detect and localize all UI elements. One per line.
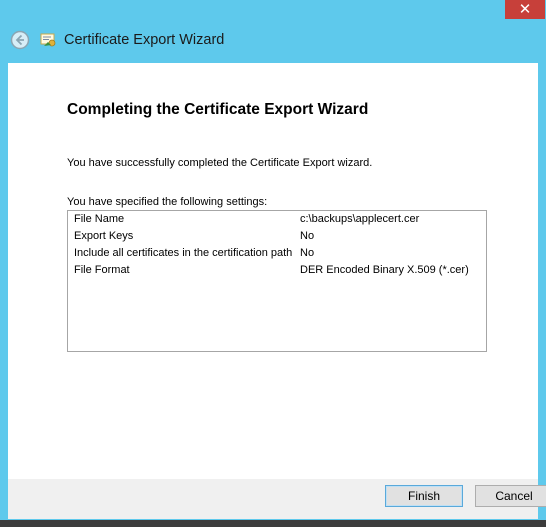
window-title: Certificate Export Wizard [64, 32, 225, 48]
setting-value: No [300, 230, 315, 242]
setting-value: DER Encoded Binary X.509 (*.cer) [300, 264, 469, 276]
setting-name: Export Keys [74, 230, 134, 242]
settings-row-file-name: File Name c:\backups\applecert.cer [68, 211, 486, 227]
window-frame: ✕ Certificate Export Wizard Completing t… [0, 0, 546, 527]
settings-row-include-chain: Include all certificates in the certific… [68, 245, 486, 261]
cancel-button[interactable]: Cancel [475, 485, 546, 507]
setting-value: c:\backups\applecert.cer [300, 213, 420, 225]
wizard-content: Completing the Certificate Export Wizard… [8, 63, 538, 479]
setting-name: File Format [74, 264, 130, 276]
setting-name: File Name [74, 213, 125, 225]
close-button[interactable]: ✕ [505, 0, 545, 19]
page-title: Completing the Certificate Export Wizard [67, 101, 369, 118]
wizard-footer: Finish Cancel [8, 479, 546, 519]
settings-row-file-format: File Format DER Encoded Binary X.509 (*.… [68, 262, 486, 278]
settings-list[interactable]: File Name c:\backups\applecert.cer Expor… [67, 210, 487, 352]
certificate-icon [39, 31, 57, 49]
success-message: You have successfully completed the Cert… [67, 157, 373, 169]
setting-name: Include all certificates in the certific… [74, 247, 293, 259]
setting-value: No [300, 247, 315, 259]
back-button[interactable] [10, 30, 30, 50]
finish-button[interactable]: Finish [385, 485, 463, 507]
settings-caption: You have specified the following setting… [67, 196, 268, 208]
settings-row-export-keys: Export Keys No [68, 228, 486, 244]
taskbar-strip [0, 520, 546, 527]
back-arrow-icon [10, 30, 30, 50]
